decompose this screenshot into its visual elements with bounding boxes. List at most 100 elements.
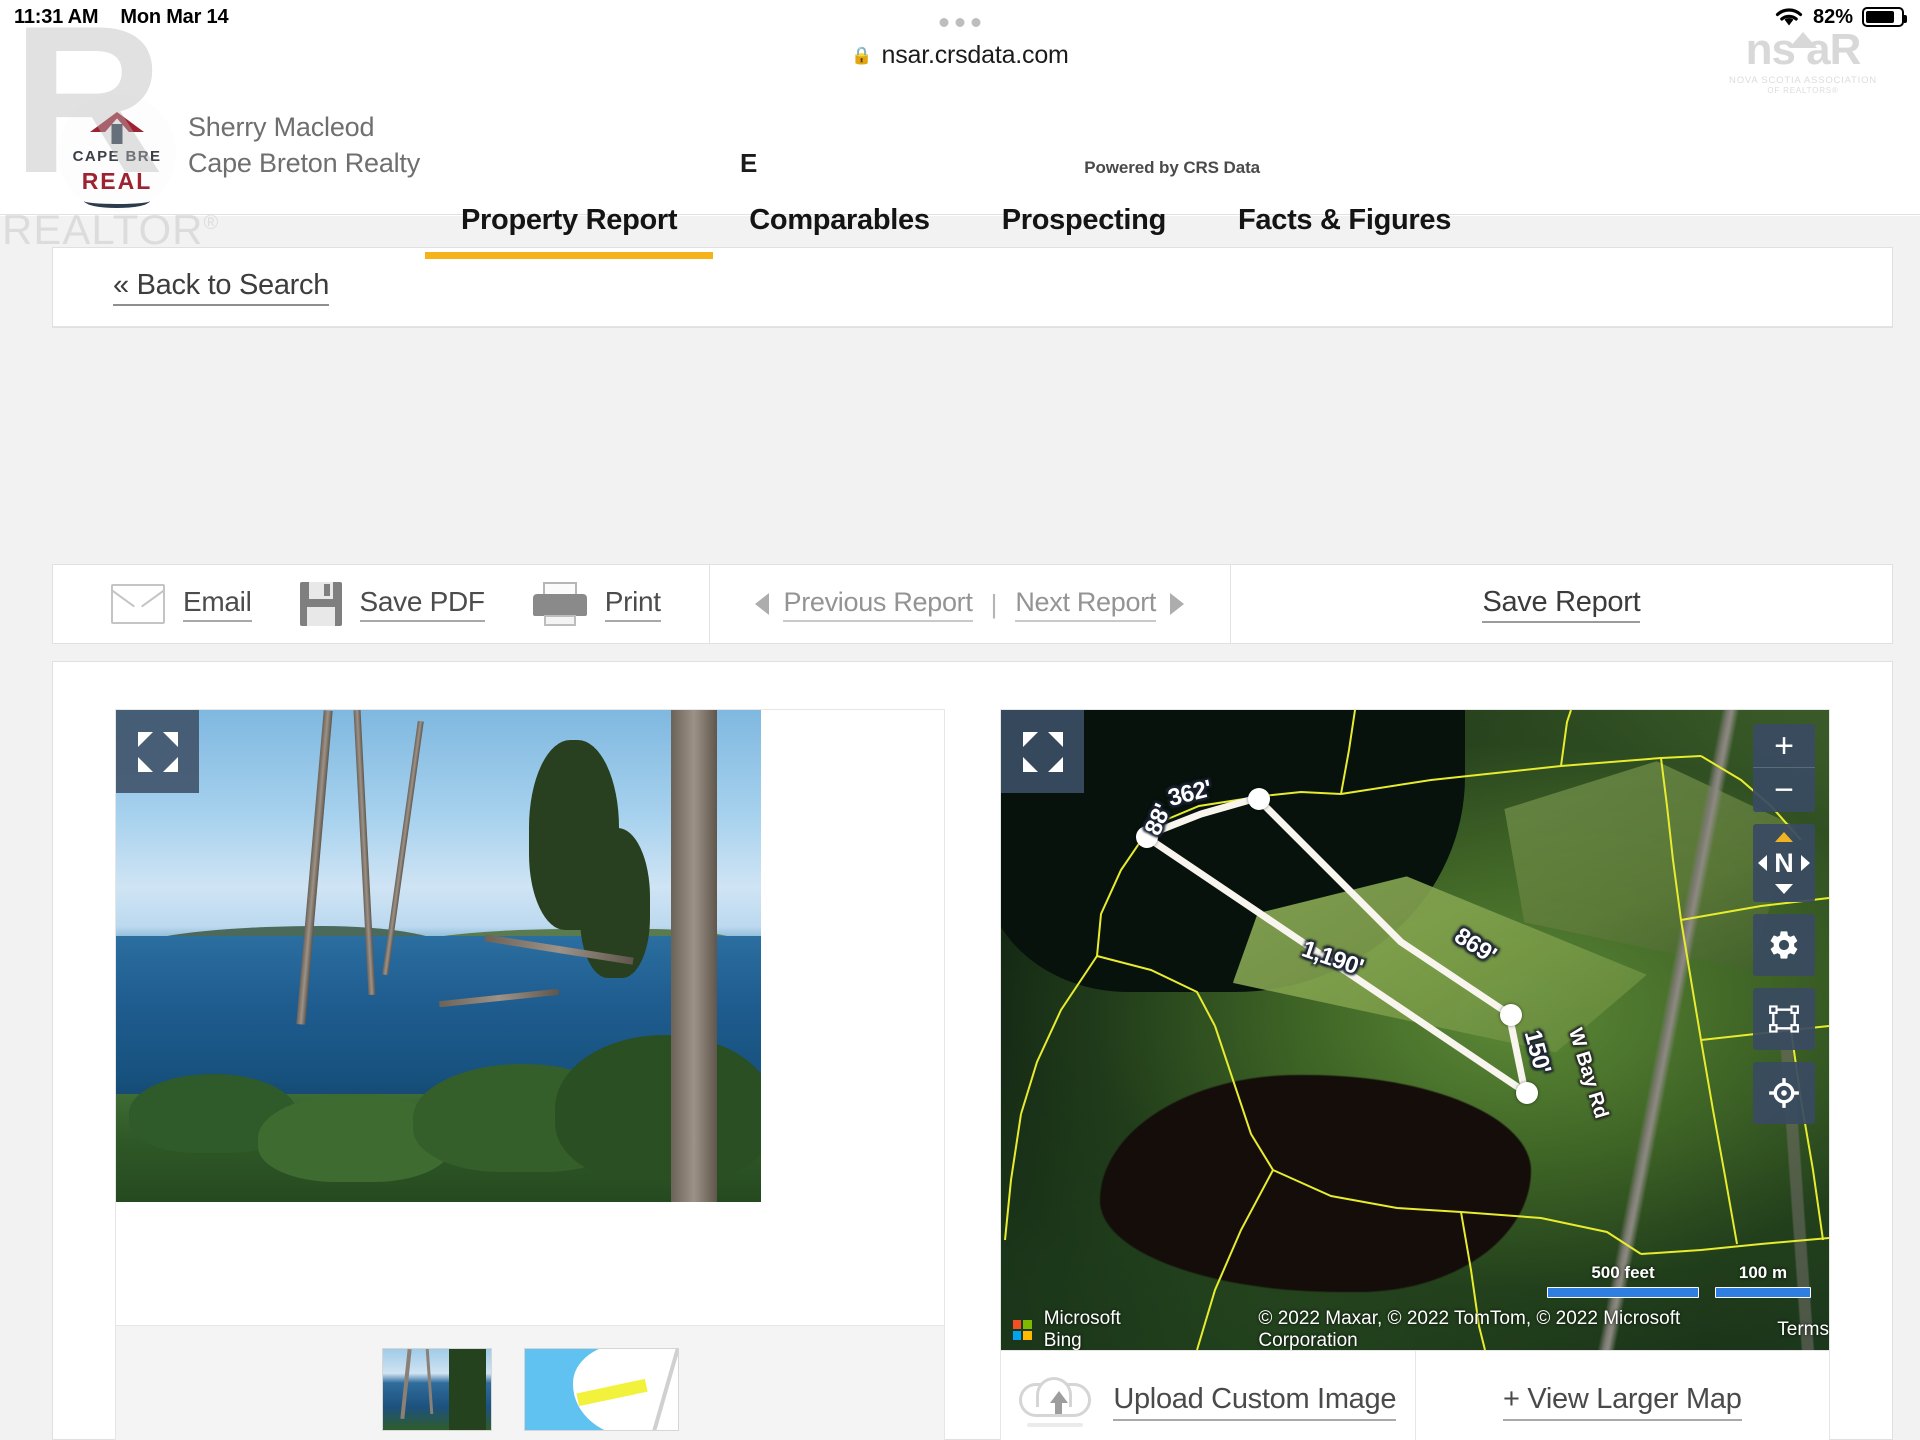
microsoft-logo-icon — [1013, 1320, 1032, 1340]
map-copyright-label: © 2022 Maxar, © 2022 TomTom, © 2022 Micr… — [1258, 1308, 1681, 1350]
app-header: CAPE BRE REAL Sherry Macleod Cape Breton… — [0, 76, 1920, 259]
tab-comparables[interactable]: Comparables — [713, 204, 965, 259]
parcel-map[interactable]: 362' 88' 869' 1,190' 150' W Bay Rd + − N… — [1001, 710, 1829, 1350]
print-button[interactable]: Print — [532, 582, 661, 626]
save-report-group: Save Report — [1231, 565, 1892, 643]
tab-prospecting[interactable]: Prospecting — [966, 204, 1202, 259]
logo-line-2: REAL — [81, 168, 153, 194]
back-to-search-card: « Back to Search — [52, 247, 1893, 328]
tab-facts-and-figures[interactable]: Facts & Figures — [1202, 204, 1487, 259]
tab-property-report[interactable]: Property Report — [425, 204, 714, 259]
map-controls: + − N — [1753, 724, 1815, 1124]
pan-right-icon[interactable] — [1801, 855, 1810, 871]
powered-by-crs-data: Powered by CRS Data — [1084, 158, 1260, 177]
photo-expand-button[interactable] — [116, 710, 199, 793]
status-right-cluster: 82% — [1774, 5, 1907, 29]
zoom-out-button[interactable]: − — [1753, 768, 1815, 812]
measure-node-top[interactable] — [1248, 788, 1270, 810]
pan-left-icon[interactable] — [1758, 855, 1767, 871]
primary-nav-tabs: Property Report Comparables Prospecting … — [425, 204, 1487, 259]
print-label: Print — [604, 586, 661, 622]
cloud-upload-icon — [1019, 1377, 1092, 1427]
battery-icon — [1862, 7, 1907, 27]
measure-node-bottom[interactable] — [1516, 1082, 1538, 1104]
map-attribution: Microsoft Bing © 2022 Maxar, © 2022 TomT… — [1001, 1308, 1829, 1350]
map-footer: Upload Custom Image + View Larger Map — [1001, 1350, 1829, 1440]
zoom-controls: + − — [1753, 724, 1815, 812]
pan-up-icon[interactable] — [1775, 832, 1793, 842]
crosshair-icon — [1769, 1078, 1799, 1108]
back-to-search-link[interactable]: « Back to Search — [113, 269, 329, 306]
thumbnail-photo[interactable] — [381, 1348, 492, 1431]
wifi-icon — [1775, 8, 1803, 26]
scale-metric-label: 100 m — [1738, 1263, 1788, 1282]
status-date: Mon Mar 14 — [120, 5, 229, 28]
envelope-icon — [111, 584, 165, 624]
scale-imperial: 500 feet — [1547, 1263, 1699, 1298]
map-settings-button[interactable] — [1753, 914, 1815, 976]
media-card: 362' 88' 869' 1,190' 150' W Bay Rd + − N… — [52, 661, 1893, 1440]
map-scale-bars: 500 feet 100 m — [1547, 1263, 1811, 1298]
battery-percent: 82% — [1812, 5, 1853, 28]
nsar-logo: ns aR NOVA SCOTIA ASSOCIATION OF REALTOR… — [1708, 28, 1898, 96]
address-bar[interactable]: 🔒 nsar.crsdata.com — [0, 34, 1920, 76]
view-larger-map-label: + View Larger Map — [1502, 1383, 1742, 1421]
nsar-roof-icon — [1789, 32, 1817, 48]
agent-info: Sherry Macleod Cape Breton Realty — [188, 100, 420, 181]
expand-icon — [137, 731, 178, 772]
export-actions: Email Save PDF Print — [53, 565, 709, 643]
zoom-in-button[interactable]: + — [1753, 724, 1815, 768]
next-report-link[interactable]: Next Report — [1015, 587, 1156, 622]
gear-icon — [1770, 931, 1798, 959]
lock-icon: 🔒 — [851, 45, 873, 65]
expand-icon — [1022, 731, 1063, 772]
map-expand-button[interactable] — [1001, 710, 1084, 793]
north-label: N — [1774, 847, 1794, 878]
parcel-map-panel: 362' 88' 869' 1,190' 150' W Bay Rd + − N… — [1000, 709, 1830, 1440]
save-report-button[interactable]: Save Report — [1482, 586, 1641, 623]
save-pdf-label: Save PDF — [359, 586, 485, 622]
property-photo[interactable] — [116, 710, 761, 1202]
draw-area-button[interactable] — [1753, 988, 1815, 1050]
previous-report-arrow-icon[interactable] — [755, 593, 770, 615]
scale-imperial-label: 500 feet — [1591, 1263, 1655, 1282]
rectangle-icon — [1769, 1005, 1799, 1033]
previous-report-link[interactable]: Previous Report — [783, 587, 973, 622]
report-action-toolbar: Email Save PDF Print Previous Report | N… — [52, 564, 1893, 644]
property-photo-panel — [115, 709, 945, 1440]
map-brand-label: Microsoft Bing — [1043, 1308, 1121, 1350]
printer-icon — [532, 582, 587, 626]
upload-custom-image-label: Upload Custom Image — [1113, 1383, 1396, 1421]
measure-node-right[interactable] — [1500, 1004, 1522, 1026]
email-label: Email — [183, 586, 252, 622]
logo-line-1: CAPE BRE — [72, 148, 162, 165]
photo-thumbnail-strip — [116, 1325, 944, 1440]
ios-status-bar: 11:31 AM Mon Mar 14 82% — [0, 0, 1920, 34]
map-terms-link[interactable]: Terms — [1777, 1319, 1829, 1341]
pan-down-icon[interactable] — [1775, 884, 1793, 894]
email-button[interactable]: Email — [111, 584, 252, 624]
stray-glyph: E — [740, 148, 758, 178]
status-time: 11:31 AM — [14, 5, 99, 28]
report-pagination: Previous Report | Next Report — [710, 565, 1230, 643]
compass-control[interactable]: N — [1753, 824, 1815, 902]
nsar-subtitle-1: NOVA SCOTIA ASSOCIATION — [1729, 75, 1877, 86]
back-bar: « Back to Search — [53, 248, 1892, 327]
parcel-measurement-overlay — [1141, 794, 1529, 1096]
brand-block: CAPE BRE REAL Sherry Macleod Cape Breton… — [58, 94, 420, 212]
pagination-separator: | — [990, 588, 998, 619]
view-larger-map-button[interactable]: + View Larger Map — [1414, 1351, 1830, 1440]
cape-breton-realty-logo: CAPE BRE REAL — [58, 94, 176, 212]
nsar-subtitle-2: OF REALTORS® — [1767, 86, 1839, 95]
thumbnail-map[interactable] — [523, 1348, 679, 1431]
locate-button[interactable] — [1753, 1062, 1815, 1124]
next-report-arrow-icon[interactable] — [1170, 593, 1185, 615]
save-pdf-button[interactable]: Save PDF — [299, 582, 485, 626]
scale-metric: 100 m — [1715, 1263, 1811, 1298]
page-body: « Back to Search Email Save PDF Print Pr… — [0, 216, 1920, 1440]
agent-name: Sherry Macleod — [188, 112, 375, 142]
agent-office: Cape Breton Realty — [188, 147, 421, 178]
url-text: nsar.crsdata.com — [881, 40, 1069, 69]
upload-custom-image-button[interactable]: Upload Custom Image — [1001, 1351, 1415, 1440]
floppy-disk-icon — [299, 582, 342, 626]
